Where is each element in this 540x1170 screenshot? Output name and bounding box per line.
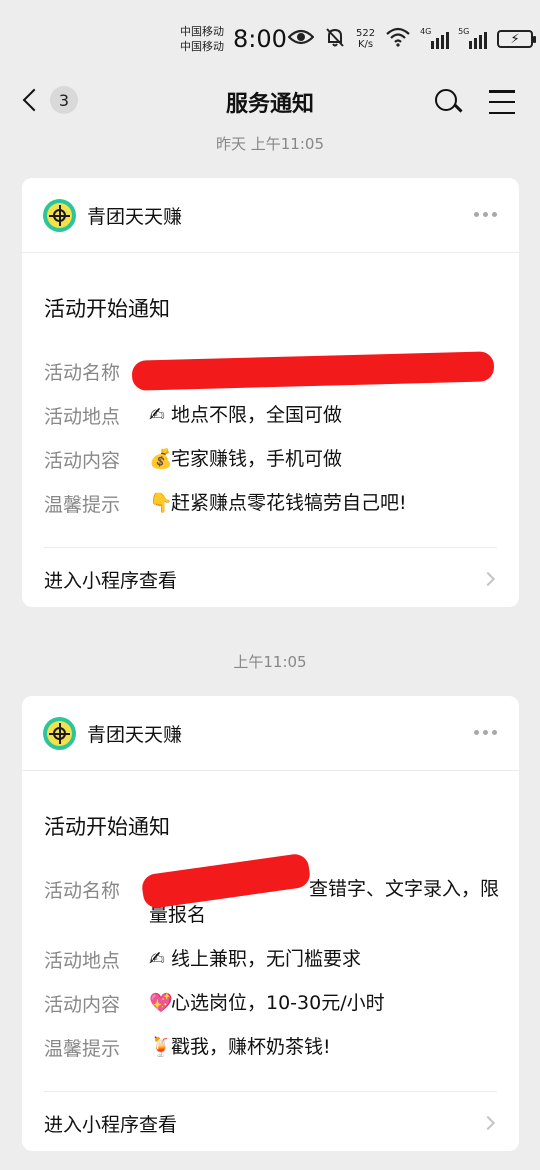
- writing-hand-icon: ✍: [149, 404, 165, 426]
- redaction-mark: [140, 852, 312, 910]
- field-value: ✍ 线上兼职，无门槛要求: [149, 948, 362, 970]
- menu-button[interactable]: [489, 90, 515, 114]
- more-options-button[interactable]: [474, 212, 497, 217]
- field-label: 活动地点: [44, 950, 121, 972]
- notification-card: 青团天天赚 活动开始通知 活动名称 查错字、文字录入，限 量报名 活动地点 ✍ 线…: [22, 696, 519, 1151]
- signal-4g-icon: 4G: [420, 27, 450, 49]
- chevron-right-icon: [480, 571, 496, 587]
- notification-title: 活动开始通知: [44, 815, 170, 839]
- net-speed: 522 K/s: [356, 28, 376, 50]
- battery-charging-icon: ⚡: [497, 30, 537, 48]
- field-label: 活动名称: [44, 362, 121, 384]
- field-label: 活动地点: [44, 406, 121, 428]
- message-timestamp: 上午11:05: [233, 653, 307, 671]
- sparkling-heart-icon: 💖: [149, 992, 173, 1014]
- field-label: 活动名称: [44, 880, 121, 902]
- target-logo-icon: [43, 199, 76, 232]
- eye-icon: [287, 28, 315, 50]
- open-miniprogram-link[interactable]: 进入小程序查看: [44, 1110, 177, 1137]
- field-value: 查错字、文字录入，限: [309, 878, 500, 900]
- open-miniprogram-link[interactable]: 进入小程序查看: [44, 566, 177, 593]
- status-icons: 522 K/s 4G 5G ⚡: [287, 26, 537, 52]
- status-bar: 中国移动 中国移动 8:00 522 K/s 4G 5G ⚡: [0, 0, 540, 78]
- carrier-1: 中国移动: [180, 25, 224, 38]
- field-value: 🍹戳我，赚杯奶茶钱!: [149, 1036, 331, 1058]
- writing-hand-icon: ✍: [149, 948, 165, 970]
- target-logo-icon: [43, 717, 76, 750]
- carrier-labels: 中国移动 中国移动: [180, 24, 224, 54]
- field-label: 活动内容: [44, 450, 121, 472]
- search-button[interactable]: [434, 88, 463, 116]
- card-header[interactable]: 青团天天赚: [22, 178, 519, 253]
- field-value: 💰宅家赚钱，手机可做: [149, 448, 343, 470]
- card-divider: [44, 547, 497, 548]
- app-name: 青团天天赚: [87, 724, 183, 746]
- more-dots-icon: [474, 212, 479, 217]
- wifi-icon: [385, 27, 411, 51]
- carrier-2: 中国移动: [180, 40, 224, 53]
- chevron-right-icon: [480, 1115, 496, 1131]
- status-time: 8:00: [233, 25, 287, 53]
- card-divider: [44, 1091, 497, 1092]
- field-label: 活动内容: [44, 994, 121, 1016]
- card-header[interactable]: 青团天天赚: [22, 696, 519, 771]
- more-dots-icon: [474, 730, 479, 735]
- field-label: 温馨提示: [44, 1038, 121, 1060]
- signal-5g-icon: 5G: [458, 27, 488, 49]
- money-bag-icon: 💰: [149, 448, 173, 470]
- menu-icon: [489, 90, 515, 93]
- field-value: ✍ 地点不限，全国可做: [149, 404, 343, 426]
- redaction-mark: [131, 351, 495, 391]
- field-value: 💖心选岗位，10-30元/小时: [149, 992, 385, 1014]
- field-value: 👇赶紧赚点零花钱犒劳自己吧!: [149, 492, 407, 514]
- notification-title: 活动开始通知: [44, 297, 170, 321]
- more-options-button[interactable]: [474, 730, 497, 735]
- nav-bar: 3 服务通知: [0, 78, 540, 126]
- mute-bell-icon: [324, 26, 346, 52]
- app-name: 青团天天赚: [87, 206, 183, 228]
- pointing-down-icon: 👇: [149, 492, 173, 514]
- tropical-drink-icon: 🍹: [149, 1036, 173, 1058]
- notification-card: 青团天天赚 活动开始通知 活动名称 组 活动地点 ✍地点不限，全国可做 活动内容…: [22, 178, 519, 607]
- field-label: 温馨提示: [44, 494, 121, 516]
- message-timestamp: 昨天 上午11:05: [216, 135, 324, 153]
